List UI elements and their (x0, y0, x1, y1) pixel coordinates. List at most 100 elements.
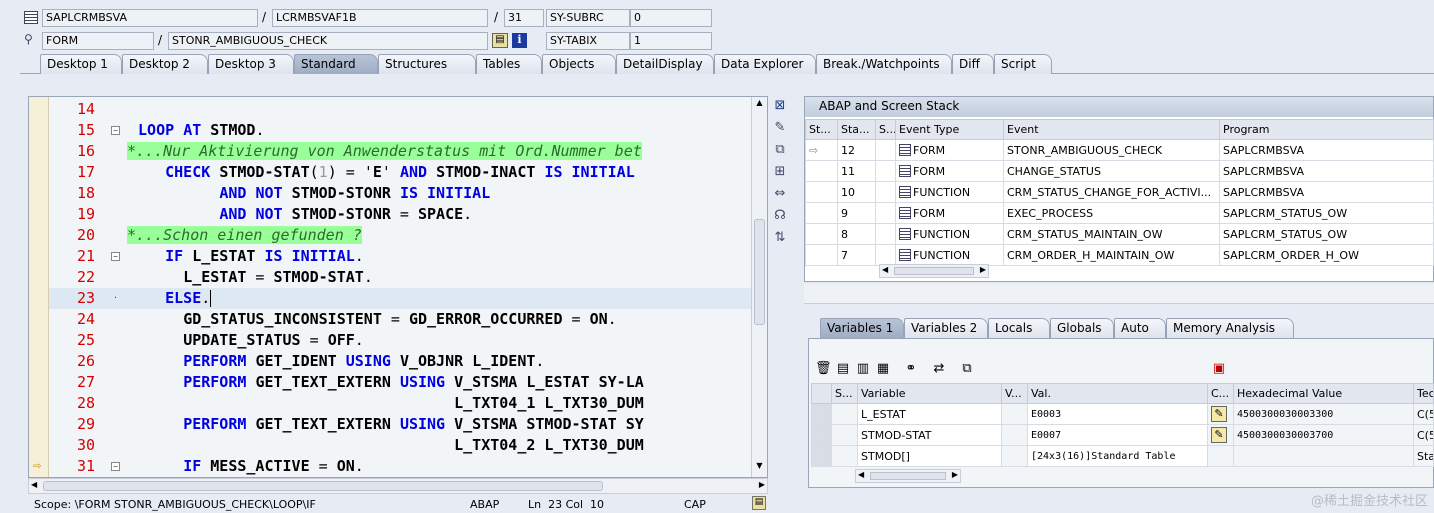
editor-settings-icon[interactable]: ▤ (752, 496, 766, 510)
change-cell[interactable]: ✎ (1207, 424, 1234, 446)
stack-row[interactable]: ⇨ 12 FORM STONR_AMBIGUOUS_CHECK SAPLCRMBSVA (805, 139, 1434, 161)
delete-icon[interactable]: 🗑 (815, 361, 832, 377)
variable-column-header[interactable]: C... (1207, 383, 1234, 404)
row-selector[interactable] (811, 403, 832, 425)
breakpoint-gutter[interactable] (29, 97, 49, 477)
variable-value[interactable]: E0007 (1027, 424, 1208, 446)
code-line[interactable]: 19 AND NOT STMOD-STONR = SPACE. (49, 204, 753, 225)
code-line[interactable]: 20 *...Schon einen gefunden ? (49, 225, 753, 246)
variable-column-header[interactable]: Val. (1027, 383, 1208, 404)
info-icon[interactable]: i (512, 33, 527, 48)
tab-script[interactable]: Script (994, 54, 1052, 74)
swap-tool-icon[interactable]: ⇔ (772, 186, 788, 202)
edit-pencil-icon[interactable]: ✎ (1211, 406, 1227, 422)
paste-row-icon[interactable]: ▦ (875, 361, 891, 377)
variable-column-header[interactable]: Variable (857, 383, 1002, 404)
code-line[interactable]: 29 PERFORM GET_TEXT_EXTERN USING V_STSMA… (49, 414, 753, 435)
line-field[interactable]: 31 (504, 9, 544, 27)
tab-desktop-1[interactable]: Desktop 1 (40, 54, 122, 74)
code-line[interactable]: 21 − IF L_ESTAT IS INITIAL. (49, 246, 753, 267)
scroll-thumb[interactable] (754, 219, 765, 325)
fold-toggle-icon[interactable]: · (111, 294, 120, 303)
scroll-up-icon[interactable]: ▲ (753, 98, 766, 112)
stack-column-header[interactable]: Sta... (837, 119, 876, 140)
splitter-bar[interactable] (804, 284, 1434, 304)
stack-row[interactable]: 10 FUNCTION CRM_STATUS_CHANGE_FOR_ACTIVI..… (805, 181, 1434, 203)
tab-globals[interactable]: Globals (1050, 318, 1114, 338)
code-line[interactable]: 22 L_ESTAT = STMOD-STAT. (49, 267, 753, 288)
filter-icon[interactable]: ⚭ (903, 361, 919, 377)
code-line[interactable]: 17 CHECK STMOD-STAT(1) = 'E' AND STMOD-I… (49, 162, 753, 183)
variable-column-header[interactable]: S... (831, 383, 858, 404)
tab-variables-1[interactable]: Variables 1 (820, 318, 904, 338)
tab-auto[interactable]: Auto (1114, 318, 1166, 338)
code-line[interactable]: 31 − IF MESS_ACTIVE = ON. (49, 456, 753, 477)
code-line[interactable]: 28 L_TXT04_1 L_TXT30_DUM (49, 393, 753, 414)
event-name-field[interactable]: STONR_AMBIGUOUS_CHECK (168, 32, 488, 50)
tab-data-explorer[interactable]: Data Explorer (714, 54, 816, 74)
edit-pencil-icon[interactable]: ✎ (1211, 427, 1227, 443)
new-tool-icon[interactable]: ✎ (772, 120, 788, 136)
code-line[interactable]: 25 UPDATE_STATUS = OFF. (49, 330, 753, 351)
code-line[interactable]: 30 L_TXT04_2 L_TXT30_DUM (49, 435, 753, 456)
tab-desktop-2[interactable]: Desktop 2 (122, 54, 208, 74)
code-line[interactable]: 23 · ELSE. (49, 288, 753, 309)
stack-column-header[interactable]: St... (805, 119, 838, 140)
scroll-left-icon[interactable]: ◀ (31, 480, 37, 489)
variable-name[interactable]: STMOD[] (857, 445, 1002, 467)
row-selector[interactable] (811, 445, 832, 467)
code-line[interactable]: 27 PERFORM GET_TEXT_EXTERN USING V_STSMA… (49, 372, 753, 393)
code-line[interactable]: 24 GD_STATUS_INCONSISTENT = GD_ERROR_OCC… (49, 309, 753, 330)
stack-row[interactable]: 9 FORM EXEC_PROCESS SAPLCRM_STATUS_OW (805, 202, 1434, 224)
variable-name[interactable]: L_ESTAT (857, 403, 1002, 425)
variable-value[interactable]: E0003 (1027, 403, 1208, 425)
variable-row[interactable]: L_ESTAT E0003✎ 4500300030003300C(5 (811, 403, 1434, 425)
change-cell[interactable]: ✎ (1207, 403, 1234, 425)
tab-desktop-3[interactable]: Desktop 3 (208, 54, 294, 74)
tab-detaildisplay[interactable]: DetailDisplay (616, 54, 714, 74)
code-line[interactable]: 26 PERFORM GET_IDENT USING V_OBJNR L_IDE… (49, 351, 753, 372)
stack-row[interactable]: 8 FUNCTION CRM_STATUS_MAINTAIN_OW SAPLCRM_S… (805, 223, 1434, 245)
tab-standard[interactable]: Standard (294, 54, 378, 74)
display-icon[interactable]: ▤ (492, 33, 508, 48)
include-field[interactable]: LCRMBSVAF1B (272, 9, 488, 27)
stack-row[interactable]: 7 FUNCTION CRM_ORDER_H_MAINTAIN_OW SAPLCRM_… (805, 244, 1434, 266)
code-line[interactable]: 14 (49, 99, 753, 120)
fold-toggle-icon[interactable]: − (111, 126, 120, 135)
code-line[interactable]: 16 *...Nur Aktivierung von Anwenderstatus… (49, 141, 753, 162)
scroll-right-icon[interactable]: ▶ (759, 480, 765, 489)
hscroll-thumb[interactable] (43, 481, 603, 491)
copy-tool-icon[interactable]: ⧉ (772, 142, 788, 158)
services-icon[interactable]: ☊ (772, 208, 788, 224)
tab-variables-2[interactable]: Variables 2 (904, 318, 988, 338)
tab-locals[interactable]: Locals (988, 318, 1050, 338)
transfer-icon[interactable]: ⇄ (931, 361, 947, 377)
sy-tabix-value[interactable]: 1 (630, 32, 712, 50)
code-line[interactable]: 18 AND NOT STMOD-STONR IS INITIAL (49, 183, 753, 204)
change-cell[interactable] (1207, 445, 1234, 467)
program-field[interactable]: SAPLCRMBSVA (42, 9, 258, 27)
editor-vertical-scrollbar[interactable]: ▲ ▼ (751, 97, 767, 477)
close-icon[interactable]: ⊠ (772, 98, 788, 114)
stack-hscroll[interactable]: ◀ ▶ (879, 264, 989, 278)
variable-column-header[interactable]: V... (1001, 383, 1028, 404)
copy-row-icon[interactable]: ▥ (855, 361, 871, 377)
fold-toggle-icon[interactable]: − (111, 462, 120, 471)
sort-tool-icon[interactable]: ⇅ (772, 230, 788, 246)
tab-objects[interactable]: Objects (542, 54, 616, 74)
variable-row[interactable]: STMOD[] [24x3(16)]Standard Table Stan (811, 445, 1434, 467)
editor-horizontal-scrollbar[interactable]: ◀ ▶ (28, 478, 768, 494)
variable-name[interactable]: STMOD-STAT (857, 424, 1002, 446)
sy-subrc-value[interactable]: 0 (630, 9, 712, 27)
scroll-down-icon[interactable]: ▼ (753, 461, 766, 475)
variable-column-header[interactable]: Tec (1413, 383, 1434, 404)
insert-row-icon[interactable]: ▤ (835, 361, 851, 377)
stack-row[interactable]: 11 FORM CHANGE_STATUS SAPLCRMBSVA (805, 160, 1434, 182)
tab-breakpoints[interactable]: Break./Watchpoints (816, 54, 952, 74)
stack-column-header[interactable]: Event (1003, 119, 1220, 140)
save-icon[interactable]: ▣ (1211, 361, 1227, 377)
tab-diff[interactable]: Diff (952, 54, 994, 74)
display-variable-icon[interactable]: ⧉ (959, 361, 975, 377)
row-selector[interactable] (811, 424, 832, 446)
variable-value[interactable]: [24x3(16)]Standard Table (1027, 445, 1208, 467)
